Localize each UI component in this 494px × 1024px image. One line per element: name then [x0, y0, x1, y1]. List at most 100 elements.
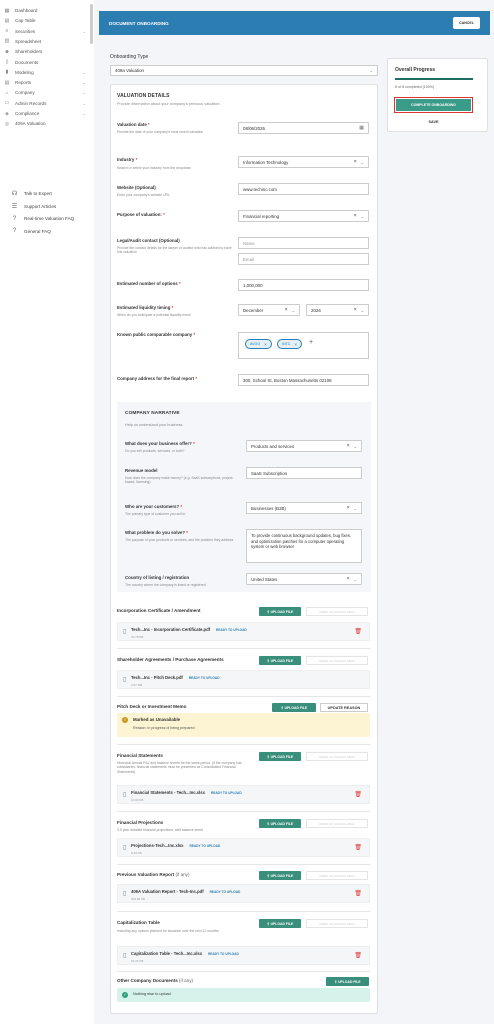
- shield-icon: ◈: [5, 110, 9, 117]
- headset-icon: ☊: [11, 191, 18, 197]
- clear-icon[interactable]: ×: [354, 213, 357, 219]
- help-link-talk-to-expert[interactable]: ☊ Talk to Expert: [11, 190, 52, 197]
- clear-icon[interactable]: ×: [285, 307, 288, 313]
- mark-unavailable-button[interactable]: MARK AS UNAVAILABLE: [306, 607, 368, 616]
- cancel-button[interactable]: CANCEL: [453, 17, 480, 29]
- sidebar-scrollbar[interactable]: [90, 4, 93, 44]
- clear-icon[interactable]: ×: [347, 576, 350, 582]
- website-input[interactable]: www.techinc.com: [238, 183, 369, 195]
- close-icon[interactable]: ×: [264, 342, 267, 347]
- chevron-down-icon[interactable]: ⌄: [361, 308, 364, 313]
- mark-unavailable-button[interactable]: MARK AS UNAVAILABLE: [306, 656, 368, 665]
- update-reason-button[interactable]: UPDATE REASON: [320, 703, 368, 712]
- tag-chip[interactable]: INTC ×: [277, 339, 303, 349]
- options-input[interactable]: 1,000,000: [238, 279, 369, 291]
- clear-icon[interactable]: ×: [347, 443, 350, 449]
- save-button[interactable]: SAVE: [394, 120, 473, 124]
- sidebar-item-409a-valuation[interactable]: ◎ 409A Valuation: [4, 118, 86, 129]
- clear-icon[interactable]: ×: [354, 307, 357, 313]
- help-link-label: General FAQ: [24, 228, 51, 234]
- onboarding-type-select[interactable]: 409a Valuation ⌄: [110, 65, 378, 76]
- divider: [117, 648, 370, 649]
- chevron-down-icon[interactable]: ⌄: [361, 214, 364, 219]
- file-name: Financial Statements - Tech...Inc.xlsx: [131, 790, 205, 795]
- liquidity-label: Estimated liquidity timing *: [117, 305, 174, 310]
- mark-unavailable-button[interactable]: MARK AS UNAVAILABLE: [306, 919, 368, 928]
- valuation-date-input[interactable]: 08/06/2026 ▦: [238, 122, 369, 134]
- mark-unavailable-button[interactable]: MARK AS UNAVAILABLE: [306, 819, 368, 828]
- upload-file-button[interactable]: ⇪ UPLOAD FILE: [259, 607, 301, 616]
- customers-select[interactable]: Businesses (B2B) × ⌄: [246, 502, 362, 514]
- legal-name-input[interactable]: Name: [238, 237, 369, 249]
- help-link-support-articles[interactable]: ☰ Support Articles: [11, 203, 56, 210]
- onboarding-type-value: 409a Valuation: [115, 68, 144, 73]
- chevron-down-icon[interactable]: ⌄: [354, 577, 357, 582]
- comparables-input[interactable]: AVGO × INTC × +: [238, 332, 369, 359]
- file-size: 9.43 KB: [131, 851, 142, 855]
- check-icon: ✓: [122, 992, 128, 998]
- upload-file-button[interactable]: ⇪ UPLOAD FILE: [259, 919, 301, 928]
- close-icon[interactable]: ×: [294, 342, 297, 347]
- file-icon: ▯: [123, 792, 127, 798]
- help-link-general-faq[interactable]: ? General FAQ: [11, 228, 51, 235]
- chevron-down-icon[interactable]: ⌄: [354, 506, 357, 511]
- offer-label: What does your business offer? *: [125, 441, 195, 446]
- complete-onboarding-button[interactable]: COMPLETE ONBOARDING: [394, 97, 473, 113]
- trash-icon[interactable]: 🗑: [354, 628, 362, 635]
- sidebar-item-label: Compliance: [15, 111, 40, 116]
- chevron-down-icon: ⌄: [82, 80, 86, 86]
- unavailable-alert: ! Marked as Unavailable Reason: In progr…: [117, 713, 370, 737]
- mark-unavailable-button[interactable]: MARK AS UNAVAILABLE: [306, 871, 368, 880]
- chevron-down-icon[interactable]: ⌄: [354, 444, 357, 449]
- sidebar-item-label: Dashboard: [15, 8, 38, 13]
- trash-icon[interactable]: 🗑: [354, 890, 362, 897]
- chevron-down-icon[interactable]: ⌄: [292, 308, 295, 313]
- divider: [117, 864, 370, 865]
- upload-icon: ⇪: [266, 821, 270, 826]
- users-icon: ☻: [4, 48, 10, 55]
- trash-icon[interactable]: 🗑: [354, 791, 362, 798]
- liquidity-month-select[interactable]: December × ⌄: [238, 304, 300, 316]
- address-input[interactable]: 300, School St, Boston Massachusetts 021…: [238, 374, 369, 386]
- calendar-icon[interactable]: ▦: [359, 125, 364, 131]
- revenue-input[interactable]: SaaS Subscription: [246, 467, 362, 479]
- file-name: Projections-Tech...Inc.xlsx: [131, 843, 184, 848]
- clear-icon[interactable]: ×: [347, 505, 350, 511]
- divider: [117, 911, 370, 912]
- progress-title: Overall Progress: [395, 67, 436, 73]
- legal-email-input[interactable]: Email: [238, 253, 369, 265]
- plus-icon[interactable]: +: [309, 339, 313, 346]
- file-size: 304.80 KB: [131, 897, 146, 901]
- chevron-down-icon[interactable]: ⌄: [361, 160, 364, 165]
- help-link-real-time-valuation-faq[interactable]: ? Real-time Valuation FAQ: [11, 215, 74, 222]
- country-select[interactable]: United States × ⌄: [246, 573, 362, 585]
- trash-icon[interactable]: 🗑: [354, 952, 362, 959]
- tag-chip[interactable]: AVGO ×: [245, 339, 272, 349]
- header-bar: DOCUMENT ONBOARDING CANCEL: [99, 11, 490, 35]
- upload-file-button[interactable]: ⇪ UPLOAD FILE: [326, 977, 369, 986]
- upload-icon: ⇪: [334, 979, 338, 984]
- nothing-to-upload-text: Nothing else to upload: [133, 992, 171, 996]
- mark-unavailable-button[interactable]: MARK AS UNAVAILABLE: [306, 752, 368, 761]
- offer-select[interactable]: Products and services × ⌄: [246, 440, 362, 452]
- purpose-value: Financial reporting: [243, 213, 280, 219]
- sidebar-item-label: Cap Table: [15, 18, 36, 24]
- problem-textarea[interactable]: To provide continuous background updates…: [246, 529, 362, 563]
- clear-icon[interactable]: ×: [354, 159, 357, 165]
- progress-text: 8 of 8 completed (100%): [395, 85, 435, 89]
- file-name: 409A Valuation Report - Tech-Inc.pdf: [131, 889, 204, 894]
- industry-select[interactable]: Information Technology × ⌄: [238, 156, 369, 168]
- upload-file-button[interactable]: ⇪ UPLOAD FILE: [259, 656, 301, 665]
- upload-file-button[interactable]: ⇪ UPLOAD FILE: [272, 703, 316, 712]
- layers-icon: ≡: [5, 28, 9, 35]
- upload-file-button[interactable]: ⇪ UPLOAD FILE: [259, 819, 301, 828]
- financials-title: Financial Statements: [117, 753, 163, 758]
- liquidity-year-select[interactable]: 2026 × ⌄: [306, 304, 369, 316]
- upload-file-button[interactable]: ⇪ UPLOAD FILE: [259, 752, 301, 761]
- upload-icon: ⇪: [280, 705, 284, 710]
- grid-icon: ▦: [4, 7, 10, 14]
- upload-file-button[interactable]: ⇪ UPLOAD FILE: [259, 871, 301, 880]
- trash-icon[interactable]: 🗑: [354, 844, 362, 851]
- purpose-select[interactable]: Financial reporting × ⌄: [238, 210, 369, 222]
- ready-badge: READY TO UPLOAD: [189, 844, 221, 848]
